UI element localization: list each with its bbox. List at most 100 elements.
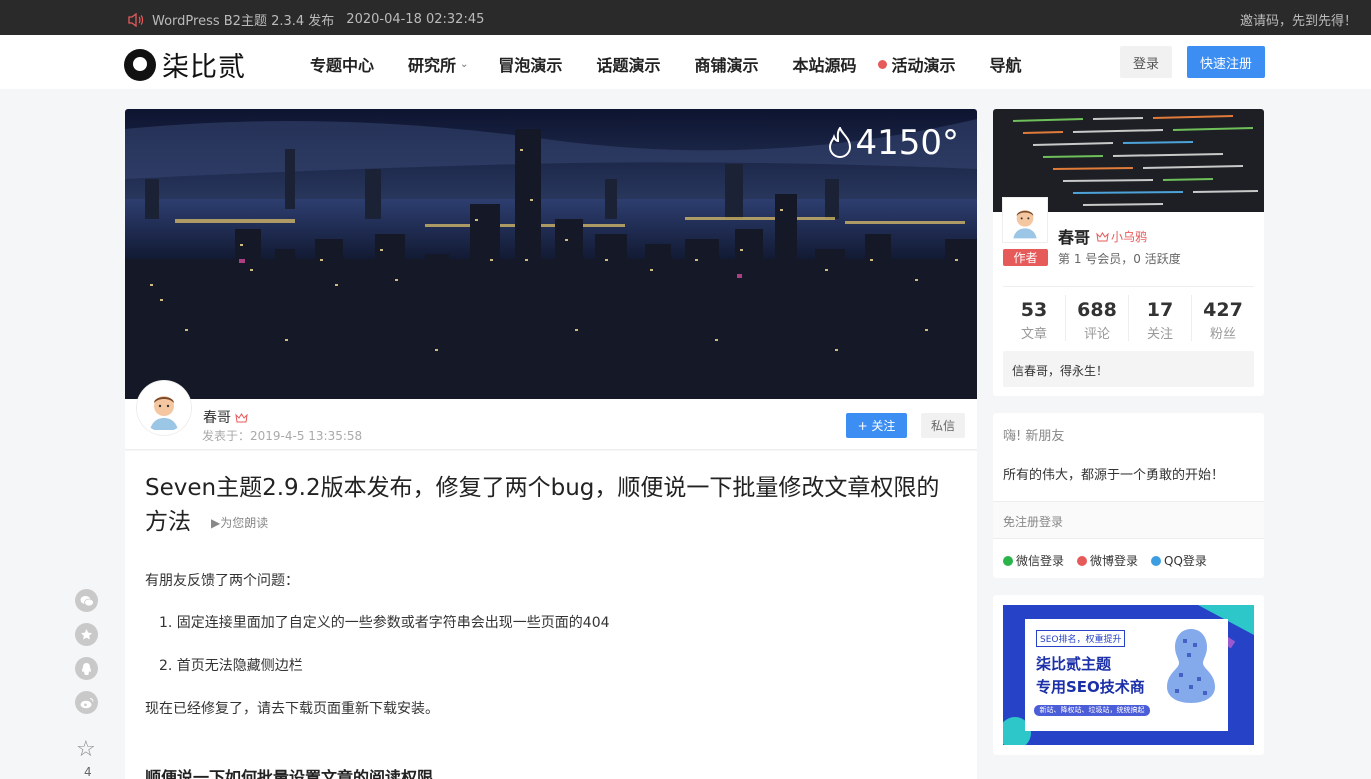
link-label: 微博登录: [1090, 554, 1139, 568]
ad-tag: SEO排名，权重提升: [1036, 630, 1126, 647]
author-name-text: 春哥: [203, 410, 231, 426]
follow-button[interactable]: + 关注: [846, 413, 907, 438]
nav-item-research[interactable]: 研究所 ⌄: [408, 52, 468, 76]
qq-login-link[interactable]: QQ登录: [1151, 552, 1207, 569]
link-label: QQ登录: [1164, 554, 1207, 568]
list-item: 2. 首页无法隐藏侧边栏: [159, 657, 303, 674]
notice-text[interactable]: WordPress B2主题 2.3.4 发布: [152, 10, 334, 29]
stat-posts[interactable]: 53 文章: [1003, 295, 1066, 342]
nav-label: 本站源码: [792, 56, 857, 75]
ad-footer-text: 新站、降权站、垃圾站，统统搞起来！: [1034, 705, 1150, 725]
message-button[interactable]: 私信: [921, 413, 965, 438]
post-author-bar: 春哥 发表于：2019-4-5 13:35:58 + 关注 私信: [125, 381, 977, 450]
invite-link[interactable]: 邀请码，先到先得！: [1240, 10, 1357, 29]
nav-label: 活动演示: [891, 56, 956, 75]
chevron-down-icon: ⌄: [460, 58, 469, 70]
nav-label: 导航: [989, 56, 1022, 75]
user-level-text: 小乌鸦: [1111, 229, 1148, 244]
stat-following[interactable]: 17 关注: [1129, 295, 1192, 342]
hot-value: 4150°: [855, 123, 959, 163]
crown-icon: [1096, 231, 1109, 241]
stat-comments[interactable]: 688 评论: [1066, 295, 1129, 342]
member-meta: 第 1 号会员，0 活跃度: [1058, 252, 1181, 266]
top-notice-bar: WordPress B2主题 2.3.4 发布 2020-04-18 02:32…: [0, 0, 1371, 35]
nav-item-topics[interactable]: 专题中心: [310, 52, 374, 76]
nav-item-navigation[interactable]: 导航: [990, 52, 1022, 76]
stat-value: 427: [1203, 299, 1243, 321]
nav-item-bubble[interactable]: 冒泡演示: [498, 52, 562, 76]
register-button[interactable]: 快速注册: [1187, 46, 1265, 78]
social-login-label: 免注册登录: [993, 501, 1264, 539]
social-login-links: 微信登录 微博登录 QQ登录: [1003, 552, 1207, 569]
notice-link[interactable]: WordPress B2主题 2.3.4 发布 2020-04-18 02:32…: [128, 10, 484, 29]
nav-label: 研究所: [408, 56, 457, 75]
site-header: 柒比贰 专题中心 研究所 ⌄ 冒泡演示 话题演示 商铺演示 本站源码 活动演示 导…: [0, 35, 1371, 89]
wechat-icon[interactable]: [75, 589, 98, 612]
sidebar-author-name-text: 春哥: [1058, 228, 1091, 247]
nav-item-shop-demo[interactable]: 商铺演示: [694, 52, 758, 76]
nav-label: 冒泡演示: [498, 56, 563, 75]
post-date: 发表于：2019-4-5 13:35:58: [202, 429, 363, 443]
site-logo[interactable]: 柒比贰: [124, 45, 246, 84]
wechat-dot-icon: [1003, 555, 1013, 566]
notice-time: 2020-04-18 02:32:45: [346, 12, 485, 27]
link-label: 微信登录: [1016, 554, 1065, 568]
code-cover-image: [993, 109, 1264, 212]
weibo-icon[interactable]: [75, 691, 98, 714]
login-widget: 嗨! 新朋友 所有的伟大，都源于一个勇敢的开始！ 免注册登录 微信登录 微博登录…: [993, 413, 1264, 578]
post-cover-image: 4150°: [125, 109, 977, 399]
nav-label: 专题中心: [310, 56, 375, 75]
sidebar-author-name[interactable]: 春哥 小乌鸦: [1058, 224, 1147, 248]
ad-content: SEO排名，权重提升 柒比贰主题 专用SEO技术商 新站、降权站、垃圾站，统统搞…: [1025, 619, 1228, 731]
author-name[interactable]: 春哥: [203, 407, 248, 427]
weibo-dot-icon: [1077, 555, 1088, 566]
logo-icon: [124, 48, 156, 81]
stat-value: 688: [1077, 299, 1117, 321]
post-title: Seven主题2.9.2版本发布，修复了两个bug，顺便说一下批量修改文章权限的…: [145, 471, 955, 540]
login-button[interactable]: 登录: [1120, 46, 1172, 78]
stat-value: 53: [1020, 299, 1048, 321]
speaker-icon: [128, 12, 144, 27]
nav-label: 商铺演示: [694, 56, 759, 75]
stat-label: 评论: [1083, 327, 1110, 342]
ad-widget: SEO排名，权重提升 柒比贰主题 专用SEO技术商 新站、降权站、垃圾站，统统搞…: [993, 595, 1264, 755]
favorite-count: 4: [84, 765, 92, 779]
post-content: Seven主题2.9.2版本发布，修复了两个bug，顺便说一下批量修改文章权限的…: [125, 451, 977, 779]
author-stats: 53 文章 688 评论 17 关注 427 粉丝: [1003, 286, 1254, 342]
nav-item-events[interactable]: 活动演示: [878, 52, 956, 76]
ad-headline: 柒比贰主题: [1036, 655, 1112, 673]
weibo-login-link[interactable]: 微博登录: [1077, 552, 1138, 569]
author-cover-image: [993, 109, 1264, 212]
ad-subheadline: 专用SEO技术商: [1036, 678, 1145, 696]
qzone-icon[interactable]: [75, 623, 98, 646]
wechat-login-link[interactable]: 微信登录: [1003, 552, 1064, 569]
flame-icon: [829, 127, 852, 158]
stat-label: 关注: [1146, 327, 1173, 342]
ad-banner[interactable]: SEO排名，权重提升 柒比贰主题 专用SEO技术商 新站、降权站、垃圾站，统统搞…: [1003, 605, 1254, 745]
login-widget-title: 嗨! 新朋友: [1003, 429, 1065, 444]
stat-label: 文章: [1020, 327, 1047, 342]
nav-item-source[interactable]: 本站源码: [792, 52, 856, 76]
stat-followers[interactable]: 427 粉丝: [1192, 295, 1254, 342]
share-toolbar: [75, 589, 98, 714]
stat-value: 17: [1146, 299, 1174, 321]
issue-list: 1. 固定连接里面加了自定义的一些参数或者字符串会出现一些页面的404 2. 首…: [145, 612, 957, 675]
hot-score: 4150°: [827, 123, 959, 163]
author-widget: 春哥 小乌鸦 作者 第 1 号会员，0 活跃度 53 文章 688 评论 17 关注 …: [993, 109, 1264, 396]
post-fixed-text: 现在已经修复了，请去下载页面重新下载安装。: [145, 700, 439, 717]
sidebar-author-avatar[interactable]: [1003, 198, 1047, 242]
qq-icon[interactable]: [75, 657, 98, 680]
avatar-image: [140, 384, 188, 432]
qq-dot-icon: [1151, 555, 1162, 566]
login-widget-text: 所有的伟大，都源于一个勇敢的开始！: [1003, 468, 1225, 483]
read-aloud-button[interactable]: ▶为您朗读: [211, 516, 268, 530]
avatar-image: [1005, 200, 1045, 240]
qr-code-icon: [1167, 629, 1215, 703]
post-intro: 有朋友反馈了两个问题：: [145, 572, 299, 589]
favorite-star-icon[interactable]: ☆: [76, 737, 96, 762]
live-dot-icon: [878, 59, 888, 69]
author-badge: 作者: [1003, 249, 1048, 266]
author-avatar[interactable]: [137, 381, 191, 435]
author-signature: 信春哥，得永生！: [1003, 351, 1254, 387]
nav-item-topic-demo[interactable]: 话题演示: [596, 52, 660, 76]
